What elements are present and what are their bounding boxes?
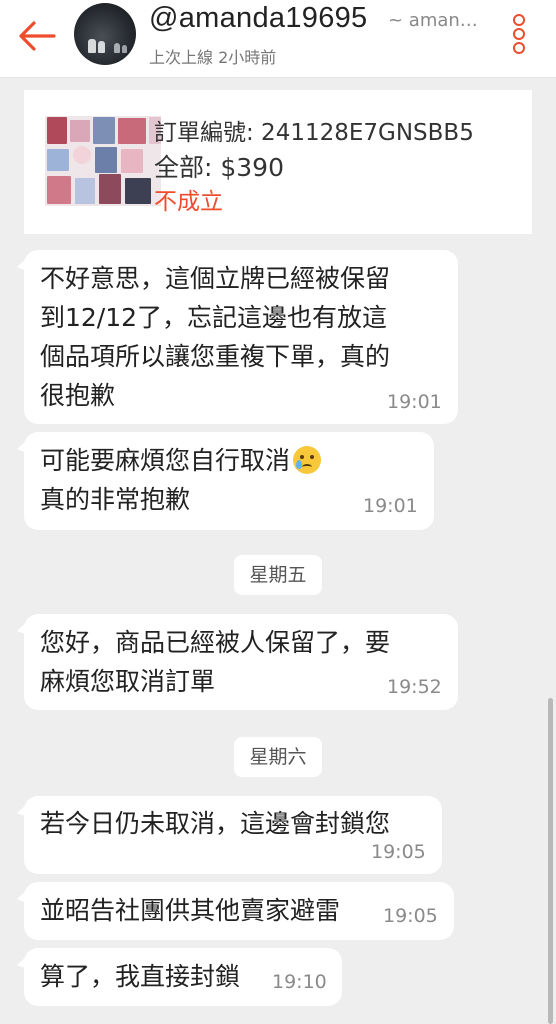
message-timestamp: 19:52 <box>387 676 442 698</box>
back-button[interactable] <box>14 16 60 56</box>
shop-name[interactable]: ~ aman… <box>388 10 480 31</box>
message-text: 並昭告社團供其他賣家避雷 <box>40 896 341 925</box>
avatar[interactable] <box>74 3 136 65</box>
chat-username[interactable]: @amanda19695 <box>149 2 367 35</box>
message-bubble[interactable]: 並昭告社團供其他賣家避雷 19:05 <box>17 882 454 940</box>
message-text: 不好意思，這個立牌已經被保留 到12/12了，忘記這邊也有放這 個品項所以讓您重… <box>40 264 391 410</box>
day-separator: 星期六 <box>234 737 322 777</box>
order-total: 全部: $390 <box>154 153 284 182</box>
message-timestamp: 19:01 <box>387 391 442 413</box>
message-bubble[interactable]: 您好，商品已經被人保留了，要 麻煩您取消訂單 19:52 <box>17 614 458 710</box>
message-text: 可能要麻煩您自行取消 真的非常抱歉 <box>40 441 322 519</box>
scrollbar[interactable] <box>548 698 553 1024</box>
order-number: 訂單編號: 241128E7GNSBB5 <box>154 120 474 146</box>
message-bubble[interactable]: 不好意思，這個立牌已經被保留 到12/12了，忘記這邊也有放這 個品項所以讓您重… <box>17 250 458 424</box>
last-seen-status: 上次上線 2小時前 <box>149 48 277 67</box>
message-text: 您好，商品已經被人保留了，要 麻煩您取消訂單 <box>40 628 391 696</box>
tearful-smile-emoji <box>293 446 322 474</box>
message-text: 若今日仍未取消，這邊會封鎖您 <box>40 809 391 838</box>
chat-header: @amanda19695 ~ aman… 上次上線 2小時前 <box>0 0 556 78</box>
order-status: 不成立 <box>154 189 223 215</box>
message-bubble[interactable]: 算了，我直接封鎖 19:10 <box>17 948 342 1006</box>
message-timestamp: 19:05 <box>371 841 426 863</box>
back-arrow-icon <box>19 21 56 51</box>
order-card[interactable]: 訂單編號: 241128E7GNSBB5 全部: $390 不成立 <box>24 90 532 234</box>
message-timestamp: 19:10 <box>272 971 327 993</box>
message-bubble[interactable]: 可能要麻煩您自行取消 真的非常抱歉 19:01 <box>17 432 434 530</box>
order-thumbnail <box>45 116 161 206</box>
message-timestamp: 19:01 <box>363 495 418 517</box>
day-separator: 星期五 <box>234 555 322 595</box>
more-options-button[interactable] <box>506 12 532 56</box>
message-timestamp: 19:05 <box>383 905 438 927</box>
message-text: 算了，我直接封鎖 <box>40 962 241 991</box>
message-bubble[interactable]: 若今日仍未取消，這邊會封鎖您 19:05 <box>17 796 442 874</box>
